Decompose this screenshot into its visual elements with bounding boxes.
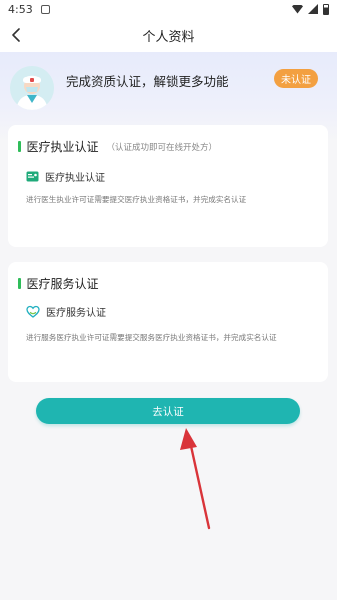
status-badge[interactable]: 未认证 <box>274 69 318 88</box>
section-accent-bar <box>18 141 21 152</box>
status-bar: 4:53 <box>0 0 337 18</box>
section-title: 医疗执业认证 <box>26 140 99 154</box>
practice-license-icon <box>26 171 39 182</box>
app-notification-icon <box>40 4 50 14</box>
section-header: 医疗执业认证 （认证成功即可在线开处方） <box>18 138 217 155</box>
hero-message: 完成资质认证，解锁更多功能 <box>66 74 229 89</box>
section-accent-bar <box>18 278 21 289</box>
go-certify-button[interactable]: 去认证 <box>36 398 300 424</box>
item-description: 进行服务医疗执业许可证需要提交服务医疗执业资格证书，并完成实名认证 <box>26 333 277 342</box>
practice-certification-item[interactable]: 医疗执业认证 <box>26 169 105 184</box>
section-hint: （认证成功即可在线开处方） <box>106 142 218 153</box>
back-button[interactable] <box>8 26 24 44</box>
wifi-icon <box>292 4 303 14</box>
item-label: 医疗服务认证 <box>46 308 106 319</box>
signal-icon <box>308 4 318 14</box>
chevron-left-icon <box>12 28 20 42</box>
status-icons <box>292 3 329 15</box>
section-title: 医疗服务认证 <box>26 277 99 291</box>
page-title: 个人资料 <box>142 29 195 45</box>
service-certification-item[interactable]: 医疗服务认证 <box>26 304 106 319</box>
section-header: 医疗服务认证 <box>18 275 107 292</box>
medical-service-icon <box>26 305 40 318</box>
navigation-bar: 个人资料 <box>0 18 337 52</box>
doctor-avatar-icon <box>10 66 54 110</box>
item-description: 进行医生执业许可证需要提交医疗执业资格证书，并完成实名认证 <box>26 195 247 204</box>
item-label: 医疗执业认证 <box>45 173 105 184</box>
status-time: 4:53 <box>8 2 33 16</box>
battery-icon <box>323 3 329 15</box>
practice-certification-card: 医疗执业认证 （认证成功即可在线开处方） 医疗执业认证 进行医生执业许可证需要提… <box>8 125 328 247</box>
service-certification-card: 医疗服务认证 医疗服务认证 进行服务医疗执业许可证需要提交服务医疗执业资格证书，… <box>8 262 328 382</box>
